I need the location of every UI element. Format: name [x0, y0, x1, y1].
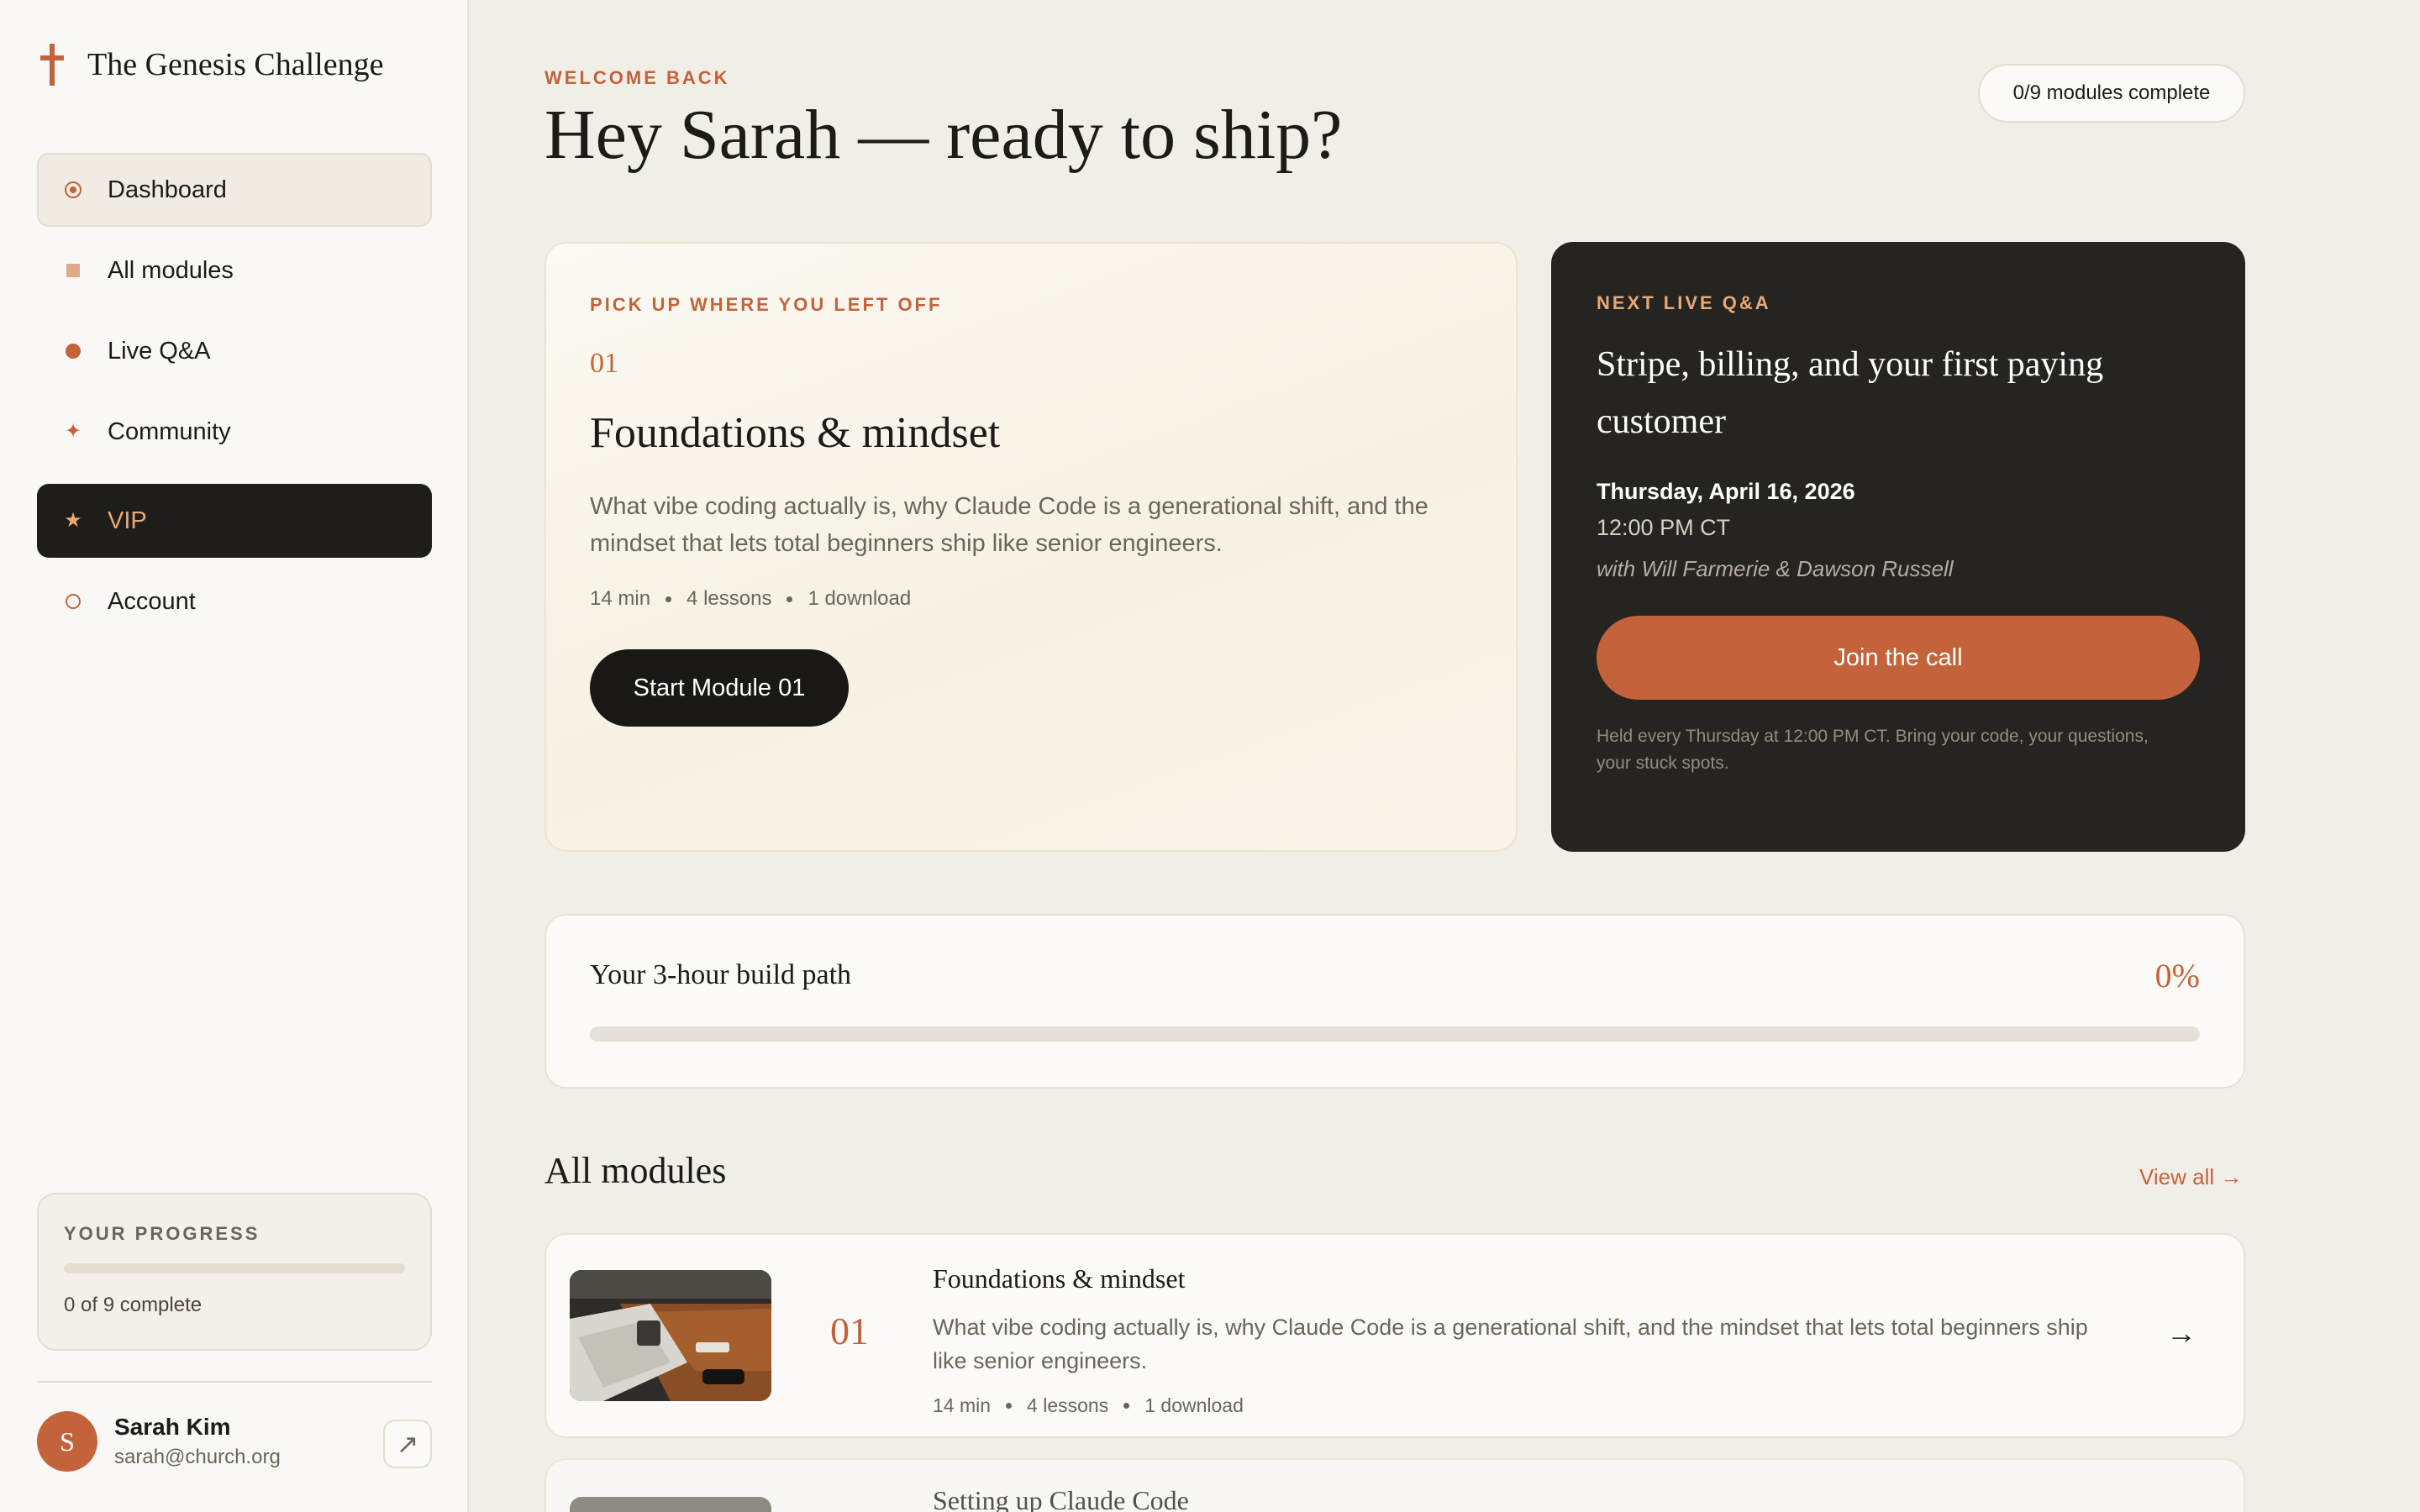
module-thumbnail [570, 1270, 771, 1401]
view-all-link[interactable]: View all → [2139, 1164, 2242, 1190]
sidebar-nav: Dashboard All modules Live Q&A ✦ Communi… [37, 153, 432, 645]
external-link-button[interactable]: ↗ [383, 1420, 432, 1468]
ring-icon [64, 592, 82, 611]
cross-icon [40, 44, 64, 86]
progress-text: 0 of 9 complete [64, 1294, 203, 1316]
sidebar-item-account[interactable]: Account [37, 564, 432, 638]
downloads-count: 1 download [808, 587, 912, 610]
modules-complete-badge: 0/9 modules complete [1978, 64, 2245, 123]
build-path-progress-bar [590, 1026, 2200, 1042]
card-eyebrow: PICK UP WHERE YOU LEFT OFF [590, 294, 943, 315]
sidebar-item-all-modules[interactable]: All modules [37, 234, 432, 307]
qa-note: Held every Thursday at 12:00 PM CT. Brin… [1597, 727, 2149, 773]
lessons-count: 4 lessons [687, 587, 772, 610]
qa-title: Stripe, billing, and your first paying c… [1597, 345, 2104, 441]
qa-eyebrow: NEXT LIVE Q&A [1597, 292, 1771, 313]
module-title: Foundations & mindset [933, 1263, 1186, 1294]
progress-bar [64, 1263, 405, 1273]
brand[interactable]: The Genesis Challenge [40, 44, 383, 86]
module-title: Foundations & mindset [590, 409, 1001, 457]
sidebar-item-label: Community [108, 417, 231, 445]
sparkle-icon: ✦ [64, 420, 82, 443]
divider [37, 1381, 432, 1383]
module-meta: 14 min 4 lessons 1 download [933, 1394, 1244, 1417]
sidebar-item-community[interactable]: ✦ Community [37, 395, 432, 469]
downloads-count: 1 download [1144, 1394, 1244, 1416]
target-icon [64, 181, 82, 199]
qa-date: Thursday, April 16, 2026 [1597, 479, 1855, 504]
module-number: 01 [830, 1310, 869, 1352]
page-title: Hey Sarah — ready to ship? [544, 96, 1343, 174]
sidebar-item-label: VIP [108, 507, 147, 534]
sidebar-item-label: Account [108, 587, 196, 615]
continue-module-card: PICK UP WHERE YOU LEFT OFF 01 Foundation… [544, 242, 1518, 852]
sidebar-item-vip[interactable]: ★ VIP [37, 484, 432, 558]
laptop-desk-image [570, 1270, 771, 1401]
module-thumbnail [570, 1497, 771, 1512]
build-path-title: Your 3-hour build path [590, 959, 852, 990]
separator-dot [1123, 1403, 1130, 1409]
module-meta: 14 min 4 lessons 1 download [590, 587, 1472, 611]
separator-dot [1006, 1403, 1013, 1409]
duration: 14 min [933, 1394, 992, 1416]
arrow-up-right-icon: ↗ [396, 1429, 419, 1459]
user-name: Sarah Kim [114, 1414, 231, 1440]
separator-dot [666, 596, 672, 602]
qa-time: 12:00 PM CT [1597, 515, 1731, 540]
sidebar-item-live-qa[interactable]: Live Q&A [37, 314, 432, 388]
module-number: 01 [590, 348, 618, 379]
sidebar-item-dashboard[interactable]: Dashboard [37, 153, 432, 227]
build-path-card: Your 3-hour build path 0% [544, 914, 2245, 1089]
module-description: What vibe coding actually is, why Claude… [590, 493, 1428, 557]
section-title: All modules [544, 1150, 727, 1191]
module-description: What vibe coding actually is, why Claude… [933, 1315, 2088, 1373]
progress-card: YOUR PROGRESS 0 of 9 complete [37, 1193, 432, 1351]
sidebar-item-label: Dashboard [108, 176, 227, 203]
module-title: Setting up Claude Code [933, 1485, 1189, 1512]
join-call-button[interactable]: Join the call [1597, 616, 2200, 700]
square-icon [64, 261, 82, 280]
live-qa-card: NEXT LIVE Q&A Stripe, billing, and your … [1551, 242, 2245, 852]
arrow-right-icon[interactable]: → [2166, 1315, 2196, 1351]
welcome-eyebrow: WELCOME BACK [544, 67, 730, 88]
duration: 14 min [590, 587, 651, 610]
qa-hosts: with Will Farmerie & Dawson Russell [1597, 556, 1954, 581]
module-row[interactable]: 01 Foundations & mindset What vibe codin… [544, 1233, 2245, 1438]
user-email: sarah@church.org [114, 1446, 281, 1468]
start-module-button[interactable]: Start Module 01 [590, 649, 849, 727]
sidebar-item-label: All modules [108, 256, 234, 284]
separator-dot [786, 596, 793, 602]
user-profile[interactable]: S Sarah Kim sarah@church.org [37, 1411, 281, 1472]
dot-icon [64, 342, 82, 360]
sidebar-item-label: Live Q&A [108, 337, 211, 365]
sidebar: The Genesis Challenge Dashboard All modu… [0, 0, 469, 1512]
lessons-count: 4 lessons [1027, 1394, 1109, 1416]
brand-title: The Genesis Challenge [87, 47, 384, 82]
avatar: S [37, 1411, 97, 1472]
module-row[interactable]: Setting up Claude Code [544, 1458, 2245, 1512]
progress-label: YOUR PROGRESS [64, 1223, 260, 1244]
star-icon: ★ [64, 509, 82, 532]
build-path-percent: 0% [2154, 957, 2200, 995]
